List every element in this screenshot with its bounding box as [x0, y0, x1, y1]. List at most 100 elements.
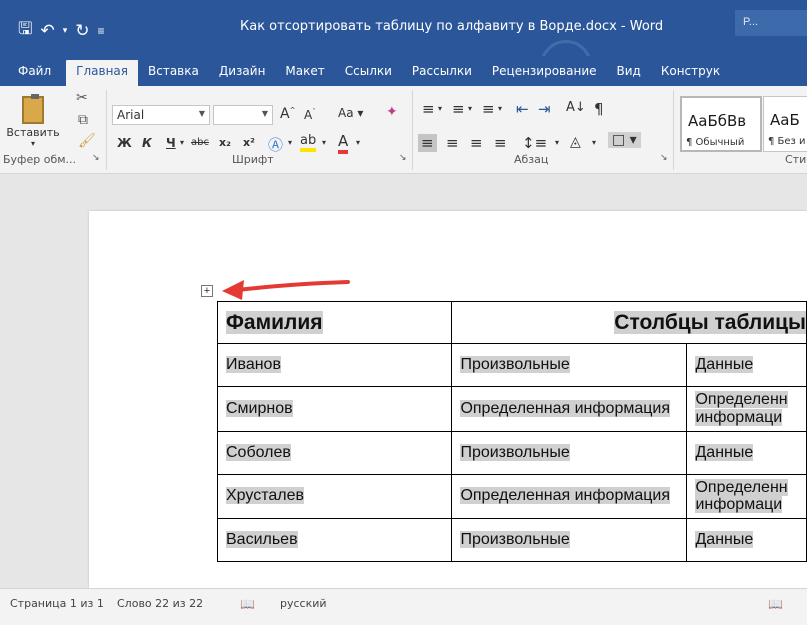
page-count-status[interactable]: Страница 1 из 1: [10, 597, 104, 610]
change-case-button[interactable]: Aa ▾: [338, 106, 363, 120]
font-launcher-icon[interactable]: ↘: [399, 153, 407, 163]
window-title: Как отсортировать таблицу по алфавиту в …: [240, 19, 664, 34]
table-cell[interactable]: Данные: [686, 343, 807, 387]
copy-icon[interactable]: ⧉: [78, 112, 88, 128]
cut-icon[interactable]: ✂: [76, 90, 88, 106]
tab-references[interactable]: Ссылки: [335, 60, 402, 86]
language-status[interactable]: русский: [280, 597, 327, 610]
table-cell[interactable]: Определенн информаци: [686, 386, 807, 432]
numbering-dropdown-icon[interactable]: ▾: [468, 104, 472, 113]
redo-icon[interactable]: ↻: [75, 21, 89, 41]
font-color-dropdown-icon[interactable]: ▾: [356, 138, 360, 147]
cell-text: Определенная информация: [460, 399, 671, 417]
shading-icon[interactable]: ◬: [570, 134, 581, 150]
group-divider: [106, 90, 107, 170]
table-cell[interactable]: Данные: [686, 430, 807, 475]
borders-icon[interactable]: □ ▾: [608, 132, 641, 148]
proofing-icon[interactable]: 📖: [240, 597, 255, 611]
clear-formatting-icon[interactable]: ✦: [386, 104, 398, 120]
italic-button[interactable]: К: [142, 136, 152, 150]
paste-button[interactable]: Вставить ▾: [4, 92, 62, 150]
superscript-button[interactable]: x²: [243, 136, 255, 149]
strikethrough-button[interactable]: abc: [191, 137, 209, 148]
style-no-spacing[interactable]: АаБ ¶ Без и: [763, 96, 807, 152]
table-cell[interactable]: Иванов: [216, 343, 453, 387]
font-size-select[interactable]: ▼: [213, 105, 273, 125]
table-row: Смирнов Определенная информация Определе…: [216, 386, 807, 432]
undo-dropdown-icon[interactable]: ▾: [63, 25, 68, 36]
underline-button[interactable]: Ч: [166, 136, 176, 150]
paragraph-group-label: Абзац: [514, 153, 549, 166]
table-cell[interactable]: Произвольные: [451, 518, 688, 563]
tab-table-design[interactable]: Конструк: [651, 60, 730, 86]
tab-insert[interactable]: Вставка: [138, 60, 209, 86]
cell-text: Произвольные: [460, 443, 570, 461]
document-table[interactable]: Фамилия Столбцы таблицы Иванов Произволь…: [216, 301, 807, 563]
font-group-label: Шрифт: [232, 153, 274, 166]
shrink-font-button[interactable]: Aˇ: [304, 108, 316, 122]
multilevel-dropdown-icon[interactable]: ▾: [498, 104, 502, 113]
table-cell[interactable]: Хрусталев: [216, 473, 453, 520]
text-effects-icon[interactable]: Ⓐ: [268, 134, 283, 155]
table-cell[interactable]: Смирнов: [216, 386, 453, 432]
font-name-value: Arial: [117, 108, 145, 122]
table-cell[interactable]: Соболев: [216, 430, 453, 475]
tab-home[interactable]: Главная: [66, 60, 138, 86]
cell-text: Соболев: [226, 443, 291, 461]
bold-button[interactable]: Ж: [117, 136, 132, 150]
header-cell-columns[interactable]: Столбцы таблицы: [451, 301, 807, 344]
header-cell-surname[interactable]: Фамилия: [216, 301, 453, 344]
tab-design[interactable]: Дизайн: [209, 60, 276, 86]
bullets-icon[interactable]: ≡: [422, 100, 435, 118]
sort-icon[interactable]: A↓: [566, 100, 586, 115]
tab-view[interactable]: Вид: [607, 60, 651, 86]
table-cell[interactable]: Определенная информация: [451, 386, 688, 432]
ribbon-tabs: Файл Главная Вставка Дизайн Макет Ссылки…: [0, 56, 807, 86]
cell-text: Иванов: [226, 356, 281, 373]
account-button[interactable]: P...: [735, 10, 807, 36]
tab-review[interactable]: Рецензирование: [482, 60, 607, 86]
undo-icon[interactable]: ↶: [40, 21, 54, 41]
tab-layout[interactable]: Макет: [275, 60, 334, 86]
word-count-status[interactable]: Слово 22 из 22: [117, 597, 203, 610]
line-spacing-dropdown-icon[interactable]: ▾: [555, 138, 559, 147]
save-icon[interactable]: 🖫: [18, 16, 32, 45]
tab-file[interactable]: Файл: [0, 60, 66, 86]
customize-qat-icon[interactable]: ≡: [98, 24, 105, 38]
multilevel-list-icon[interactable]: ≡: [482, 100, 495, 118]
paste-dropdown-icon: ▾: [30, 139, 35, 148]
highlight-dropdown-icon[interactable]: ▾: [322, 138, 326, 147]
highlight-color-icon[interactable]: ab: [300, 133, 317, 152]
table-cell[interactable]: Васильев: [216, 518, 453, 563]
table-cell[interactable]: Данные: [686, 518, 807, 563]
shading-dropdown-icon[interactable]: ▾: [592, 138, 596, 147]
read-mode-icon[interactable]: 📖: [768, 597, 783, 611]
quick-access-toolbar: 🖫 ↶ ▾ ↻ ≡: [18, 16, 105, 45]
align-right-icon[interactable]: ≡: [470, 134, 483, 152]
font-name-select[interactable]: Arial ▼: [112, 105, 210, 125]
table-cell[interactable]: Определенная информация: [451, 473, 688, 520]
tab-mailings[interactable]: Рассылки: [402, 60, 482, 86]
numbering-icon[interactable]: ≡: [452, 100, 465, 118]
format-painter-icon[interactable]: 🖌: [78, 133, 96, 149]
font-color-icon[interactable]: A: [338, 132, 349, 154]
increase-indent-icon[interactable]: ⇥: [538, 100, 551, 118]
table-cell[interactable]: Произвольные: [451, 343, 688, 387]
table-cell[interactable]: Определенн информаци: [686, 473, 807, 520]
underline-dropdown-icon[interactable]: ▾: [180, 138, 184, 147]
text-effects-dropdown-icon[interactable]: ▾: [288, 138, 292, 147]
table-cell[interactable]: Произвольные: [451, 430, 688, 475]
align-left-icon[interactable]: ≡: [418, 134, 437, 152]
style-normal[interactable]: АаБбВв ¶ Обычный: [680, 96, 762, 152]
line-spacing-icon[interactable]: ↕≡: [522, 134, 547, 152]
clipboard-launcher-icon[interactable]: ↘: [92, 153, 100, 163]
show-marks-button[interactable]: ¶: [594, 100, 604, 118]
decrease-indent-icon[interactable]: ⇤: [516, 100, 529, 118]
subscript-button[interactable]: x₂: [219, 136, 231, 149]
bullets-dropdown-icon[interactable]: ▾: [438, 104, 442, 113]
grow-font-button[interactable]: A^: [280, 106, 295, 122]
table-move-handle-icon[interactable]: +: [201, 285, 213, 297]
paragraph-launcher-icon[interactable]: ↘: [660, 153, 668, 163]
align-center-icon[interactable]: ≡: [446, 134, 459, 152]
justify-icon[interactable]: ≡: [494, 134, 507, 152]
